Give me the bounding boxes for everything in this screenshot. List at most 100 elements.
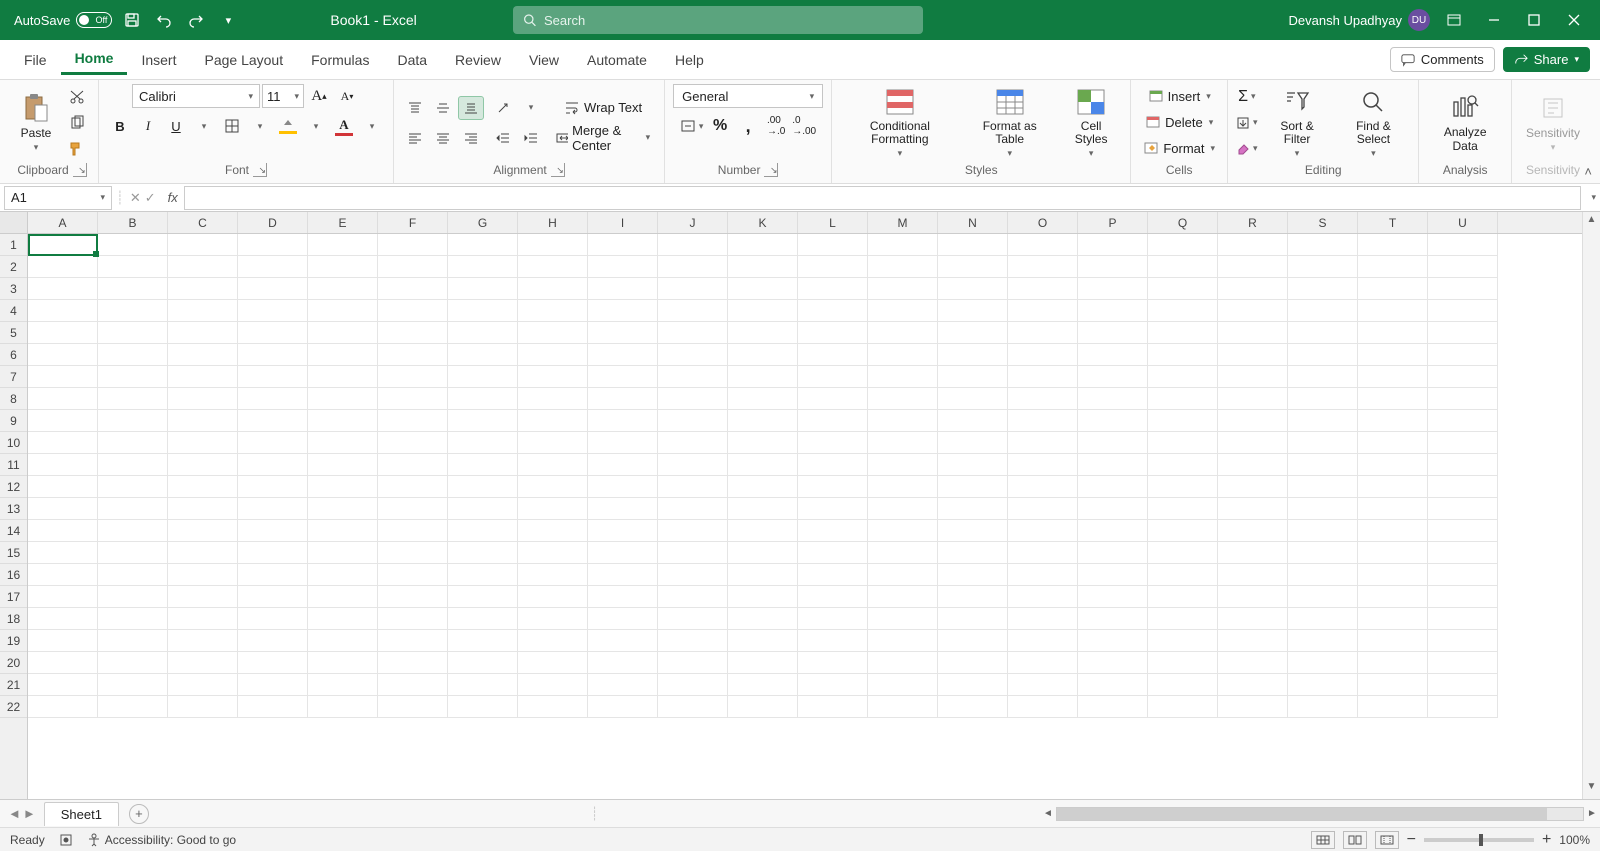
cell[interactable]: [238, 300, 308, 322]
cell[interactable]: [1288, 498, 1358, 520]
cell[interactable]: [588, 674, 658, 696]
cell[interactable]: [168, 674, 238, 696]
row-header[interactable]: 3: [0, 278, 27, 300]
col-header[interactable]: D: [238, 212, 308, 233]
cell[interactable]: [588, 542, 658, 564]
cell[interactable]: [1218, 652, 1288, 674]
cell[interactable]: [1218, 388, 1288, 410]
cell[interactable]: [1358, 300, 1428, 322]
borders-icon[interactable]: [219, 114, 245, 138]
cell[interactable]: [728, 278, 798, 300]
col-header[interactable]: J: [658, 212, 728, 233]
cell[interactable]: [1148, 498, 1218, 520]
cell[interactable]: [1148, 410, 1218, 432]
cell[interactable]: [1148, 630, 1218, 652]
cell[interactable]: [518, 608, 588, 630]
cell[interactable]: [308, 256, 378, 278]
cell[interactable]: [588, 278, 658, 300]
cell[interactable]: [1148, 542, 1218, 564]
cell[interactable]: [308, 696, 378, 718]
cell[interactable]: [798, 674, 868, 696]
cell[interactable]: [658, 256, 728, 278]
cell[interactable]: [1358, 498, 1428, 520]
cell[interactable]: [378, 344, 448, 366]
cell[interactable]: [1008, 344, 1078, 366]
cell[interactable]: [1358, 542, 1428, 564]
account-button[interactable]: Devansh Upadhyay DU: [1289, 9, 1430, 31]
cell[interactable]: [448, 388, 518, 410]
cell[interactable]: [798, 696, 868, 718]
cell[interactable]: [1008, 630, 1078, 652]
cell[interactable]: [448, 608, 518, 630]
cell[interactable]: [238, 564, 308, 586]
cell[interactable]: [1218, 432, 1288, 454]
cell[interactable]: [728, 674, 798, 696]
col-header[interactable]: I: [588, 212, 658, 233]
cell[interactable]: [168, 696, 238, 718]
col-header[interactable]: B: [98, 212, 168, 233]
cell[interactable]: [1428, 322, 1498, 344]
cell[interactable]: [658, 344, 728, 366]
cell[interactable]: [1288, 630, 1358, 652]
decrease-decimal-icon[interactable]: .0→.00: [791, 114, 817, 138]
minimize-icon[interactable]: [1478, 4, 1510, 36]
cell[interactable]: [1078, 520, 1148, 542]
cell[interactable]: [518, 454, 588, 476]
cell[interactable]: [308, 608, 378, 630]
cell[interactable]: [1288, 300, 1358, 322]
fx-icon[interactable]: fx: [168, 190, 178, 205]
qat-customize-icon[interactable]: ▾: [216, 8, 240, 32]
cell[interactable]: [938, 520, 1008, 542]
cell[interactable]: [1288, 322, 1358, 344]
cell[interactable]: [378, 696, 448, 718]
cell[interactable]: [1148, 432, 1218, 454]
cell[interactable]: [448, 520, 518, 542]
cell[interactable]: [518, 322, 588, 344]
number-format-combo[interactable]: General▾: [673, 84, 823, 108]
cell[interactable]: [308, 432, 378, 454]
cell[interactable]: [308, 520, 378, 542]
cell[interactable]: [28, 674, 98, 696]
cell[interactable]: [938, 674, 1008, 696]
cell[interactable]: [658, 454, 728, 476]
cell[interactable]: [1358, 586, 1428, 608]
cell[interactable]: [1148, 300, 1218, 322]
cell[interactable]: [448, 278, 518, 300]
cell[interactable]: [868, 234, 938, 256]
cell[interactable]: [588, 652, 658, 674]
increase-indent-icon[interactable]: [518, 126, 544, 150]
cell[interactable]: [308, 300, 378, 322]
fill-color-icon[interactable]: [275, 114, 301, 138]
cell[interactable]: [1358, 476, 1428, 498]
cell[interactable]: [1008, 564, 1078, 586]
scroll-left-icon[interactable]: ◄: [1040, 808, 1056, 819]
cell[interactable]: [1148, 388, 1218, 410]
clipboard-launcher-icon[interactable]: ↘: [73, 163, 87, 177]
normal-view-icon[interactable]: [1311, 831, 1335, 849]
zoom-slider[interactable]: [1424, 838, 1534, 842]
clear-icon[interactable]: ▾: [1236, 137, 1258, 161]
cell[interactable]: [658, 388, 728, 410]
cell[interactable]: [168, 322, 238, 344]
cell[interactable]: [798, 454, 868, 476]
cell[interactable]: [1358, 388, 1428, 410]
cell[interactable]: [518, 432, 588, 454]
cells-area[interactable]: [28, 234, 1582, 718]
col-header[interactable]: L: [798, 212, 868, 233]
cell[interactable]: [1218, 674, 1288, 696]
cell[interactable]: [28, 498, 98, 520]
cell[interactable]: [518, 410, 588, 432]
cell[interactable]: [518, 300, 588, 322]
cell[interactable]: [658, 410, 728, 432]
cell[interactable]: [1288, 366, 1358, 388]
cell[interactable]: [1428, 630, 1498, 652]
cell[interactable]: [728, 476, 798, 498]
cell[interactable]: [448, 674, 518, 696]
italic-icon[interactable]: I: [135, 114, 161, 138]
cell[interactable]: [938, 652, 1008, 674]
cell[interactable]: [588, 608, 658, 630]
cell[interactable]: [728, 498, 798, 520]
sort-filter-button[interactable]: Sort & Filter▾: [1264, 84, 1331, 161]
vertical-scrollbar[interactable]: ▲ ▼: [1582, 212, 1600, 799]
cell[interactable]: [658, 278, 728, 300]
